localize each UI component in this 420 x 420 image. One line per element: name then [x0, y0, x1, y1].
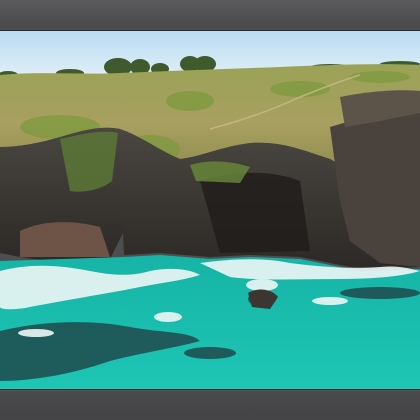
- top-frame-bar: [0, 0, 420, 28]
- cliff-vegetation-center: [190, 161, 250, 183]
- cliff-vegetation-left: [60, 131, 118, 192]
- photo-frame: [0, 0, 420, 420]
- bottom-frame-bar: [0, 392, 420, 420]
- photo: [0, 30, 420, 390]
